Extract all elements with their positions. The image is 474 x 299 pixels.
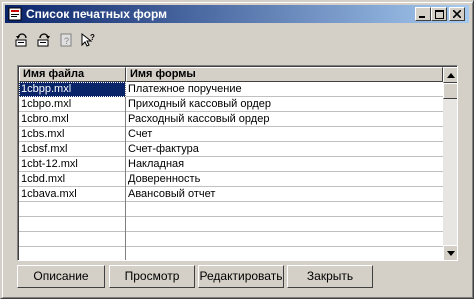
form-name-cell[interactable]: Расходный кассовый ордер <box>126 112 443 127</box>
form-name-cell[interactable] <box>126 202 443 217</box>
file-name-cell[interactable] <box>19 217 126 232</box>
table-row[interactable]: 1cbt-12.mxl Накладная <box>19 157 443 172</box>
table-row[interactable] <box>19 217 443 232</box>
form-name-cell[interactable]: Доверенность <box>126 172 443 187</box>
form-name-cell[interactable] <box>126 247 443 260</box>
table-row[interactable] <box>19 247 443 260</box>
scroll-thumb[interactable] <box>443 83 457 99</box>
form-name-cell[interactable]: Счет-фактура <box>126 142 443 157</box>
file-name-cell[interactable]: 1cbs.mxl <box>19 127 126 142</box>
table-frame: Имя файла Имя формы 1cbpp.mxl Платежное п… <box>18 66 457 260</box>
app-icon <box>8 7 22 21</box>
close-dialog-button[interactable]: Закрыть <box>287 265 373 288</box>
table-row[interactable]: 1cbpo.mxl Приходный кассовый ордер <box>19 97 443 112</box>
close-button[interactable] <box>449 7 465 21</box>
column-header-form-name[interactable]: Имя формы <box>126 67 443 82</box>
help-book-icon[interactable]: ? <box>57 31 75 49</box>
toolbar: ? ? <box>9 31 469 51</box>
scroll-up-button[interactable] <box>443 67 457 83</box>
file-name-cell[interactable] <box>19 202 126 217</box>
print-forms-table[interactable]: Имя файла Имя формы 1cbpp.mxl Платежное п… <box>17 65 458 261</box>
vertical-scrollbar[interactable] <box>443 67 457 260</box>
table-row[interactable] <box>19 232 443 247</box>
arrow-up-icon <box>447 69 455 81</box>
file-name-cell[interactable]: 1cbd.mxl <box>19 172 126 187</box>
file-name-cell[interactable]: 1cbsf.mxl <box>19 142 126 157</box>
table-row[interactable]: 1cbpp.mxl Платежное поручение <box>19 82 443 97</box>
file-name-cell[interactable]: 1cbava.mxl <box>19 187 126 202</box>
refresh-print-icon[interactable] <box>13 31 31 49</box>
minimize-icon <box>419 10 427 18</box>
file-name-cell[interactable]: 1cbpo.mxl <box>19 97 126 112</box>
maximize-icon <box>434 9 444 19</box>
form-name-cell[interactable]: Приходный кассовый ордер <box>126 97 443 112</box>
file-name-cell[interactable] <box>19 247 126 260</box>
edit-button[interactable]: Редактировать <box>198 265 284 288</box>
table-header: Имя файла Имя формы <box>19 67 457 82</box>
scroll-down-button[interactable] <box>443 245 457 260</box>
file-name-cell[interactable] <box>19 232 126 247</box>
minimize-button[interactable] <box>415 7 431 21</box>
arrow-down-icon <box>447 247 455 259</box>
description-button[interactable]: Описание <box>17 265 105 288</box>
window-title: Список печатных форм <box>26 7 167 21</box>
file-name-cell[interactable]: 1cbt-12.mxl <box>19 157 126 172</box>
form-name-cell[interactable]: Авансовый отчет <box>126 187 443 202</box>
table-row[interactable]: 1cbava.mxl Авансовый отчет <box>19 187 443 202</box>
svg-text:?: ? <box>64 36 69 46</box>
svg-text:?: ? <box>90 33 95 42</box>
file-name-cell[interactable]: 1cbpp.mxl <box>19 82 126 97</box>
form-name-cell[interactable] <box>126 232 443 247</box>
maximize-button[interactable] <box>431 7 447 21</box>
close-icon <box>453 10 461 18</box>
table-row[interactable]: 1cbs.mxl Счет <box>19 127 443 142</box>
form-name-cell[interactable]: Счет <box>126 127 443 142</box>
print-forms-window: Список печатных форм ? ? Имя файла Имя ф… <box>0 0 474 299</box>
column-header-file-name[interactable]: Имя файла <box>19 67 126 82</box>
table-row[interactable]: 1cbro.mxl Расходный кассовый ордер <box>19 112 443 127</box>
context-help-icon[interactable]: ? <box>79 31 97 49</box>
form-name-cell[interactable]: Накладная <box>126 157 443 172</box>
table-row[interactable]: 1cbd.mxl Доверенность <box>19 172 443 187</box>
table-row[interactable] <box>19 202 443 217</box>
refresh-print-alt-icon[interactable] <box>35 31 53 49</box>
form-name-cell[interactable]: Платежное поручение <box>126 82 443 97</box>
form-name-cell[interactable] <box>126 217 443 232</box>
table-row[interactable]: 1cbsf.mxl Счет-фактура <box>19 142 443 157</box>
file-name-cell[interactable]: 1cbro.mxl <box>19 112 126 127</box>
view-button[interactable]: Просмотр <box>109 265 195 288</box>
title-bar[interactable]: Список печатных форм <box>5 5 469 23</box>
